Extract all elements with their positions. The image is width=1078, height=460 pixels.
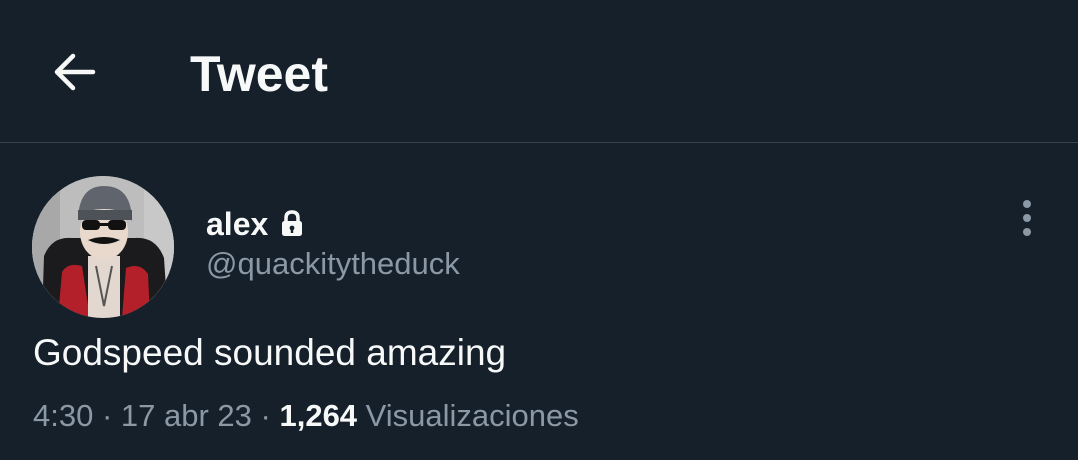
arrow-left-icon xyxy=(54,53,96,91)
lock-icon xyxy=(282,210,303,236)
author-name-row: alex xyxy=(206,203,304,245)
page-title: Tweet xyxy=(190,46,328,102)
meta-separator: · xyxy=(93,398,121,433)
vertical-ellipsis-icon xyxy=(1023,200,1031,208)
vertical-ellipsis-icon-dot xyxy=(1023,214,1031,222)
views-count[interactable]: 1,264 xyxy=(279,398,357,433)
back-button[interactable] xyxy=(40,38,108,106)
tweet-meta: 4:30 · 17 abr 23 · 1,264 Visualizaciones xyxy=(33,395,579,437)
tweet-time[interactable]: 4:30 xyxy=(33,398,93,433)
avatar[interactable] xyxy=(32,176,174,318)
top-bar: Tweet xyxy=(0,0,1078,143)
tweet-date[interactable]: 17 abr 23 xyxy=(121,398,252,433)
more-options-button[interactable] xyxy=(1010,196,1044,240)
vertical-ellipsis-icon-dot xyxy=(1023,228,1031,236)
views-label[interactable]: Visualizaciones xyxy=(357,398,579,433)
avatar-image xyxy=(32,176,174,318)
author-handle[interactable]: @quackitytheduck xyxy=(206,244,460,284)
author-name[interactable]: alex xyxy=(206,204,268,244)
tweet-text: Godspeed sounded amazing xyxy=(33,332,507,373)
meta-separator: · xyxy=(251,398,280,433)
